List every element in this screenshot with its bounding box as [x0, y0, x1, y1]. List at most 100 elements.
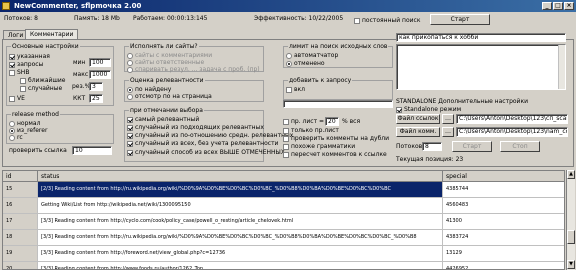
- grid-header-special[interactable]: special: [443, 171, 564, 182]
- table-row-status[interactable]: [3/3] Reading content from http://www.fo…: [38, 262, 443, 269]
- app-icon: [2, 2, 10, 10]
- pages-option-2[interactable]: сайты ответственные: [127, 59, 204, 66]
- rez-input[interactable]: 3: [89, 82, 103, 91]
- file-comments-path[interactable]: C:\Users\Anton\Desktop\123\nam_сом.txt: [456, 127, 568, 137]
- order-input[interactable]: 20: [325, 117, 339, 126]
- check-link-input[interactable]: 10: [72, 146, 112, 155]
- table-row-special[interactable]: 4560483: [443, 198, 564, 214]
- order-checkbox[interactable]: пр. лист =: [283, 118, 324, 125]
- select-random-checked[interactable]: случайный способ из всех ВЫШЕ ОТМЕЧЕННЫХ: [127, 149, 285, 156]
- grid-header-status[interactable]: status: [38, 171, 443, 182]
- pages-option-1[interactable]: сайты с комментариями: [127, 52, 212, 59]
- file-links-button[interactable]: Файл ссылок: [396, 114, 440, 124]
- relevance-page-radio[interactable]: отсмотр по на страница: [127, 93, 212, 100]
- window-title: NewCommenter, sflpmoчка 2.00: [14, 2, 142, 10]
- standalone-current-position: Текущая позиция: 23: [396, 156, 464, 163]
- standalone-stop-button[interactable]: Стоп: [500, 141, 540, 152]
- table-row-status[interactable]: [2/3] Reading content from http://ru.wik…: [38, 182, 443, 198]
- add-query-checkbox[interactable]: вкл: [286, 86, 305, 93]
- table-row-status[interactable]: [3/3] Reading content from http://cyclo.…: [38, 214, 443, 230]
- release-method-title: release method: [11, 111, 60, 118]
- table-row-id[interactable]: 17: [3, 214, 38, 230]
- min-input[interactable]: 100: [89, 58, 111, 67]
- standalone-title: STANDALONE Дополнительные настройки: [396, 98, 528, 105]
- table-row-status[interactable]: [3/3] Reading content from http://ru.wik…: [38, 230, 443, 246]
- table-row-id[interactable]: 15: [3, 182, 38, 198]
- option-shb[interactable]: SHB: [9, 69, 29, 76]
- select-random-all[interactable]: случайный из всех, без учета релевантнос…: [127, 140, 278, 147]
- table-row-status[interactable]: Getting Wiki/List from http://wikipedia.…: [38, 198, 443, 214]
- standalone-enable-checkbox[interactable]: Standalone режим: [396, 106, 461, 113]
- extra-only-list[interactable]: только пр.лист: [283, 127, 339, 134]
- add-query-input[interactable]: [283, 100, 393, 108]
- standalone-threads-label: Потоков: [396, 143, 423, 150]
- option-specified[interactable]: указанная: [9, 53, 50, 60]
- table-row-status[interactable]: [3/3] Reading content from http://forewo…: [38, 246, 443, 262]
- memory-status: Память: 18 Mb: [74, 15, 120, 22]
- release-rc-radio[interactable]: rc: [9, 134, 23, 141]
- scroll-thumb[interactable]: [567, 230, 575, 244]
- keywords-title: лимит на поиск исходных слов: [288, 43, 389, 50]
- runtime-status: Работаем: 00:00:13:145: [133, 15, 208, 22]
- rez-label: рез.%: [72, 83, 91, 90]
- file-comments-button[interactable]: Файл комм.: [396, 127, 440, 137]
- status-grid: id status special 15 [2/3] Reading conte…: [2, 170, 565, 270]
- add-query-title: добавить к запросу: [288, 77, 353, 84]
- option-ve[interactable]: VE: [9, 95, 25, 102]
- table-row-special[interactable]: 4426952: [443, 262, 564, 269]
- table-row-special[interactable]: 4383724: [443, 230, 564, 246]
- keywords-auto-radio[interactable]: автоматчатор: [286, 52, 338, 59]
- maximize-button[interactable]: □: [553, 2, 563, 10]
- kkt-input[interactable]: 25: [89, 94, 103, 103]
- query-scrollbar[interactable]: [558, 45, 565, 89]
- pages-group-title: Исполнять ли сайты?: [129, 43, 199, 50]
- query-input[interactable]: как прикопаться к хобби: [396, 33, 566, 42]
- select-most-relevant[interactable]: самый релевантный: [127, 116, 199, 123]
- extra-grammar[interactable]: похоже грамматики: [283, 143, 355, 150]
- close-button[interactable]: ×: [564, 2, 574, 10]
- title-bar: NewCommenter, sflpmoчка 2.00 _ □ ×: [0, 0, 576, 12]
- query-textarea[interactable]: [396, 44, 566, 90]
- efficiency-status: Эффективность: 10/22/2005: [254, 15, 344, 22]
- table-row-id[interactable]: 19: [3, 246, 38, 262]
- max-input[interactable]: 1000: [89, 70, 111, 79]
- keywords-cancel-radio[interactable]: отменено: [286, 60, 325, 67]
- grid-header-id[interactable]: id: [3, 171, 38, 182]
- file-links-path[interactable]: C:\Users\Anton\Desktop\123\сп_scan_рк: [456, 114, 568, 124]
- release-referer-radio[interactable]: из_referer: [9, 127, 47, 134]
- order-suffix: % вся: [342, 118, 361, 125]
- table-row-special[interactable]: 13129: [443, 246, 564, 262]
- table-row-id[interactable]: 20: [3, 262, 38, 269]
- fixed-search-checkbox[interactable]: постоянный поиск: [354, 17, 420, 24]
- relevance-title: Оценка релевантности: [129, 77, 205, 84]
- option-nearest[interactable]: ближайшие: [20, 77, 66, 84]
- main-settings-title: Основные настройки: [11, 43, 80, 50]
- select-random-medium[interactable]: случайный из по-отношению средн. релеван…: [127, 132, 293, 139]
- table-row-special[interactable]: 4385744: [443, 182, 564, 198]
- start-button[interactable]: Старт: [430, 14, 490, 25]
- extra-check-duplicates[interactable]: проверить комменты на дубли: [283, 135, 389, 142]
- standalone-start-button[interactable]: Старт: [452, 141, 492, 152]
- min-label: мин: [73, 59, 86, 66]
- check-link-label: проверить ссылка: [9, 147, 67, 154]
- kkt-label: ККТ: [73, 95, 86, 102]
- scroll-up-icon[interactable]: ▲: [567, 170, 575, 179]
- option-random[interactable]: случайные: [20, 85, 62, 92]
- file-links-browse[interactable]: …: [442, 114, 454, 124]
- relevance-found-radio[interactable]: по найдену: [127, 86, 171, 93]
- table-row-id[interactable]: 18: [3, 230, 38, 246]
- max-label: макс: [73, 71, 89, 78]
- option-queries[interactable]: запросы: [9, 61, 43, 68]
- pages-option-3[interactable]: спаривать резул. ... задача с проб. (пр): [127, 66, 260, 73]
- table-row-special[interactable]: 41300: [443, 214, 564, 230]
- minimize-button[interactable]: _: [542, 2, 552, 10]
- extra-recount[interactable]: пересчет комментов к ссылке: [283, 151, 387, 158]
- release-normal-radio[interactable]: нормал: [9, 120, 40, 127]
- scroll-down-icon[interactable]: ▼: [567, 260, 575, 269]
- table-row-id[interactable]: 16: [3, 198, 38, 214]
- select-random-relevant[interactable]: случайный из подходящих релевантных: [127, 124, 264, 131]
- grid-scrollbar[interactable]: ▲ ▼: [566, 170, 575, 270]
- standalone-threads-input[interactable]: 8: [422, 142, 442, 151]
- random-select-title: при отмечании выбора: [129, 107, 204, 114]
- file-comments-browse[interactable]: …: [442, 127, 454, 137]
